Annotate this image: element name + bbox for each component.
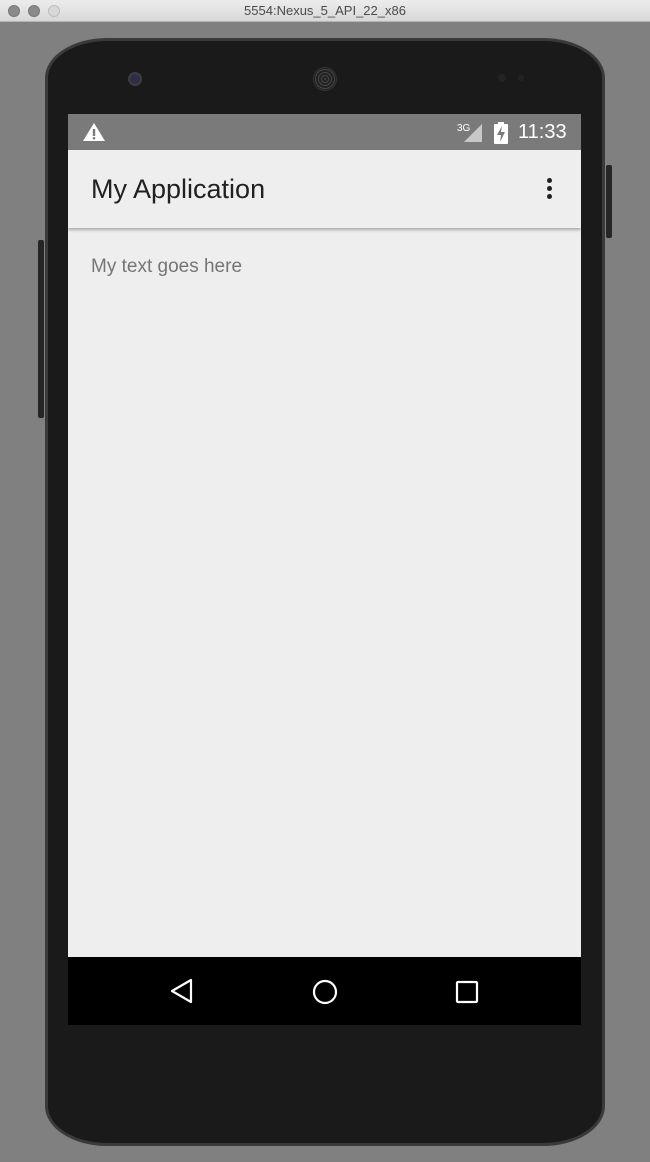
status-time: 11:33: [518, 121, 567, 143]
back-icon[interactable]: [168, 977, 196, 1010]
main-text: My text goes here: [91, 256, 243, 277]
warning-icon: [82, 122, 106, 147]
device-screen: 3G 11:33 My Application My text goes her…: [68, 114, 581, 1025]
status-bar: 3G 11:33: [68, 114, 581, 150]
app-bar: My Application: [68, 150, 581, 228]
earpiece-speaker-icon: [313, 67, 337, 91]
light-sensor-icon: [518, 75, 524, 81]
front-camera-icon: [128, 72, 142, 86]
window-title: 5554:Nexus_5_API_22_x86: [244, 3, 406, 18]
battery-charging-icon: [494, 122, 508, 149]
proximity-sensor-icon: [498, 74, 506, 82]
more-vert-icon[interactable]: [536, 176, 564, 204]
recents-icon[interactable]: [455, 980, 479, 1009]
window-titlebar: 5554:Nexus_5_API_22_x86: [0, 0, 650, 22]
power-button[interactable]: [606, 165, 612, 238]
volume-button[interactable]: [38, 240, 44, 418]
home-icon[interactable]: [311, 978, 339, 1011]
signal-3g-icon: 3G: [456, 120, 484, 149]
app-title: My Application: [91, 174, 266, 204]
navigation-bar: [68, 957, 581, 1025]
svg-text:3G: 3G: [457, 123, 471, 134]
